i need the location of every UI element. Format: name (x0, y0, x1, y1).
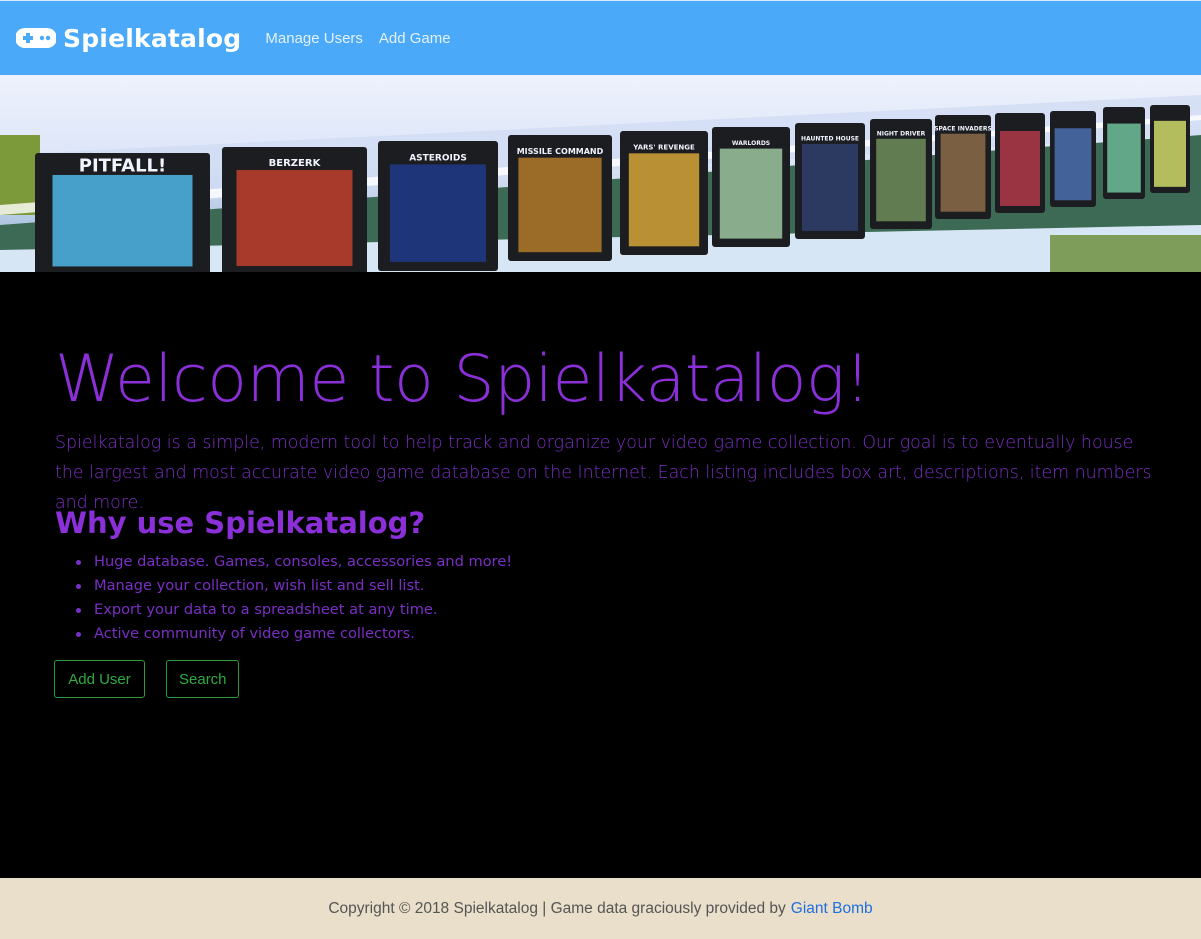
list-item: Active community of video game collector… (74, 622, 512, 646)
brand-name: Spielkatalog (63, 23, 242, 53)
why-heading: Why use Spielkatalog? (55, 506, 426, 540)
cartridge-label-art (1000, 131, 1040, 206)
list-item: Export your data to a spreadsheet at any… (74, 598, 512, 622)
cartridge-title: HAUNTED HOUSE (801, 135, 859, 142)
cartridge-label-art (719, 148, 783, 239)
page-title: Welcome to Spielkatalog! (55, 342, 871, 417)
list-item: Huge database. Games, consoles, accessor… (74, 550, 512, 574)
cartridge-shelf-illustration: PITFALL! BERZERK ASTEROIDS MISSILE COMMAND Y… (0, 75, 1201, 272)
nav-link-add-game[interactable]: Add Game (379, 30, 451, 47)
nav-link-manage-users[interactable]: Manage Users (265, 30, 363, 47)
cartridge-title: ASTEROIDS (409, 154, 467, 164)
cartridge-label-art (628, 153, 700, 247)
intro-paragraph: Spielkatalog is a simple, modern tool to… (55, 433, 1152, 513)
cartridge-title: YARS' REVENGE (632, 144, 695, 152)
cartridge-title: BERZERK (269, 158, 322, 169)
search-button[interactable]: Search (166, 660, 239, 698)
cartridge-label-art (1054, 128, 1092, 201)
feature-list: Huge database. Games, consoles, accessor… (74, 550, 512, 646)
cartridge-label-art (518, 157, 602, 253)
cartridge-title: NIGHT DRIVER (877, 131, 926, 138)
cartridge-label-art (876, 138, 926, 222)
brand-link[interactable]: Spielkatalog (16, 24, 241, 53)
cartridge-label-art (390, 164, 486, 262)
navbar: Spielkatalog Manage Users Add Game (0, 0, 1201, 75)
cartridge-label-art (802, 143, 858, 231)
main-content: Welcome to Spielkatalog! Spielkatalog is… (0, 272, 1201, 878)
gamepad-icon (16, 28, 56, 48)
cartridge-label-art (52, 174, 193, 267)
cartridge-label-art (940, 133, 986, 212)
cartridge-title: MISSILE COMMAND (517, 147, 604, 156)
add-user-button[interactable]: Add User (54, 660, 145, 698)
cartridge-label-art (1154, 120, 1186, 187)
cartridge-label-art (1107, 123, 1141, 193)
footer: Copyright © 2018 Spielkatalog | Game dat… (0, 878, 1201, 939)
list-item: Manage your collection, wish list and se… (74, 574, 512, 598)
giant-bomb-link[interactable]: Giant Bomb (791, 900, 873, 918)
cartridge-title: WARLORDS (732, 140, 770, 147)
hero-banner-image: PITFALL! BERZERK ASTEROIDS MISSILE COMMAND Y… (0, 75, 1201, 272)
cartridge-label-art (236, 170, 353, 267)
cartridge-title: SPACE INVADERS (934, 126, 992, 133)
cartridge-title: PITFALL! (79, 155, 166, 176)
footer-text: Copyright © 2018 Spielkatalog | Game dat… (328, 899, 786, 917)
